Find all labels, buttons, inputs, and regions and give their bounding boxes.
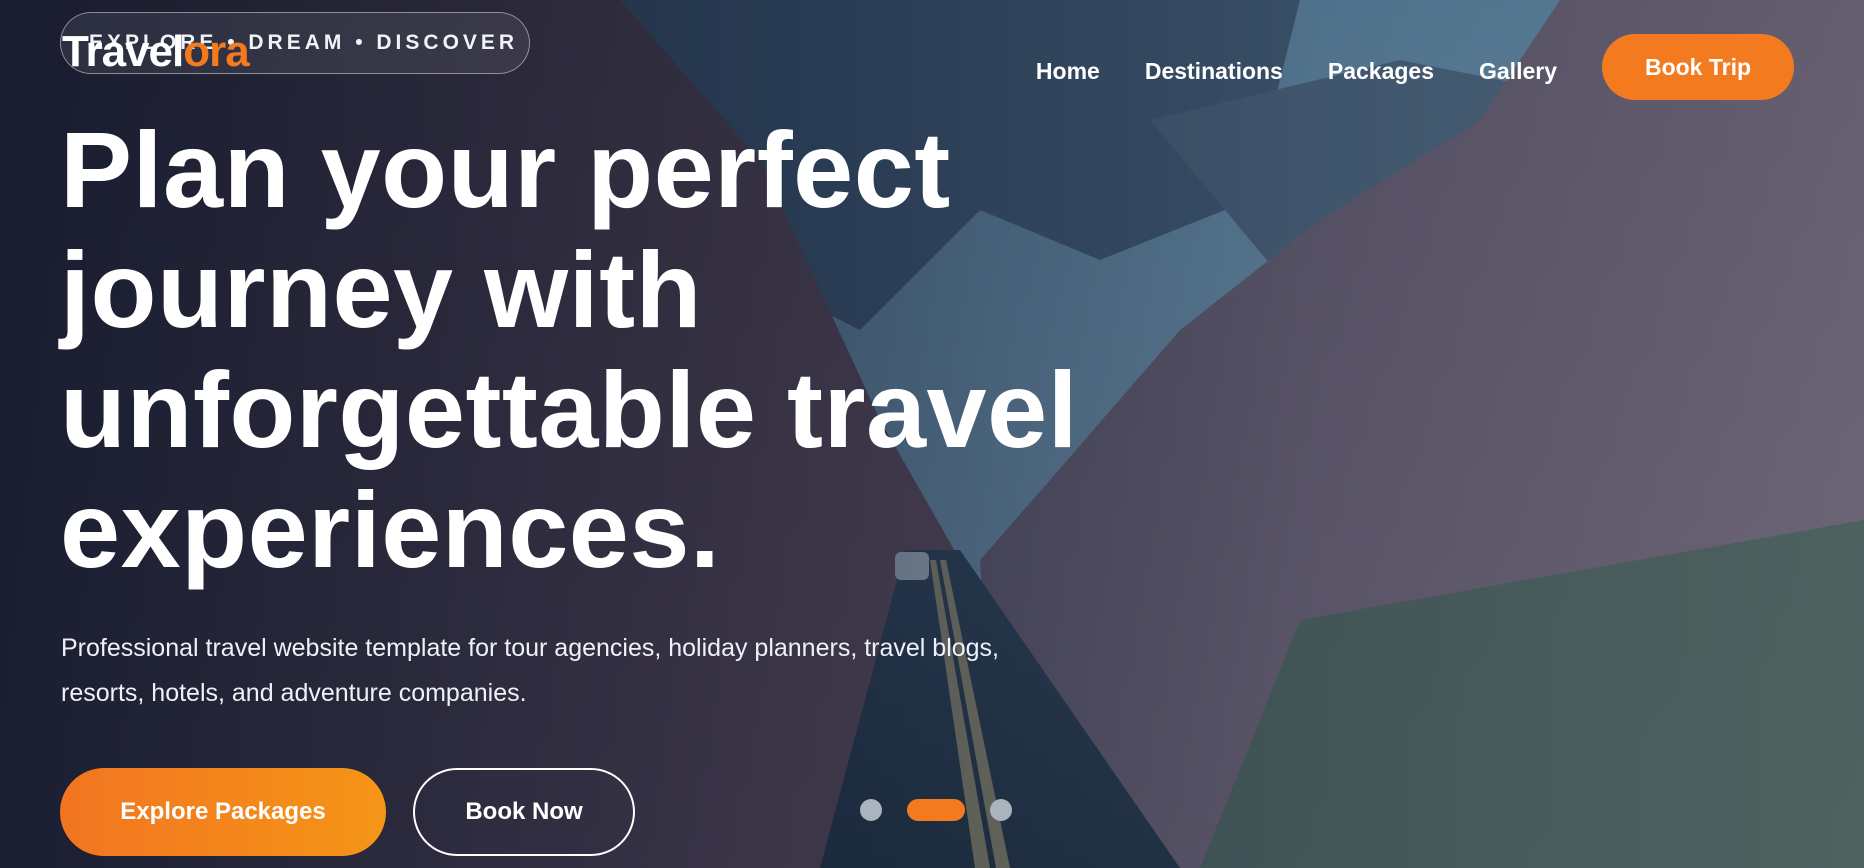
- brand-name-main: Travel: [62, 27, 184, 76]
- slider-dots: [860, 799, 1012, 821]
- brand-name-accent: ora: [183, 27, 249, 76]
- hero-description: Professional travel website template for…: [61, 634, 1000, 707]
- nav-item-gallery[interactable]: Gallery: [1479, 58, 1557, 85]
- nav-item-packages[interactable]: Packages: [1328, 58, 1434, 85]
- slider-dot-1[interactable]: [860, 799, 882, 821]
- nav-item-home[interactable]: Home: [1036, 58, 1100, 85]
- hero-headline: Plan your perfect journey with unforgett…: [60, 109, 1079, 590]
- book-trip-button[interactable]: Book Trip: [1602, 34, 1794, 100]
- nav-item-destinations[interactable]: Destinations: [1145, 58, 1283, 85]
- slider-dot-3[interactable]: [990, 799, 1012, 821]
- book-now-button[interactable]: Book Now: [413, 768, 635, 856]
- explore-packages-button[interactable]: Explore Packages: [60, 768, 386, 856]
- main-nav: Home Destinations Packages Gallery Book …: [1036, 34, 1794, 104]
- brand-logo[interactable]: Travelora: [62, 27, 250, 76]
- hero-section: EXPLORE • DREAM • DISCOVER Travelora Hom…: [0, 0, 1864, 868]
- slider-dot-2-active[interactable]: [907, 799, 965, 821]
